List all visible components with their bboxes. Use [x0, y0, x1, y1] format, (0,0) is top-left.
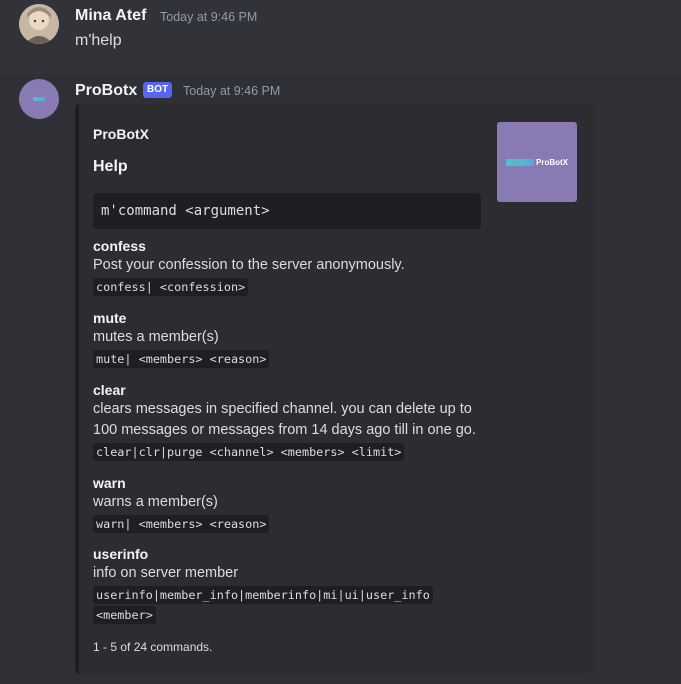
embed-footer: 1 - 5 of 24 commands.	[93, 640, 213, 654]
usage-code-block: m'command <argument>	[93, 193, 481, 229]
field-value: Post your confession to the server anony…	[93, 257, 405, 273]
logo-mark	[506, 158, 534, 166]
field-code: userinfo|member_info|memberinfo|mi|ui|us…	[93, 586, 433, 604]
help-embed: ProBotX Help ProBotX m'command <argument…	[75, 104, 593, 674]
field-value: warns a member(s)	[93, 494, 218, 510]
field-name: warn	[93, 475, 126, 491]
bot-username[interactable]: ProBotx	[75, 82, 137, 100]
logo-mark	[33, 97, 45, 101]
field-value: info on server member	[93, 565, 239, 581]
message-bot: ProBotx BOT Today at 9:46 PM ProBotX Hel…	[0, 74, 681, 684]
field-userinfo: userinfo info on server member userinfo|…	[93, 545, 493, 624]
field-code: confess| <confession>	[93, 278, 249, 296]
embed-author: ProBotX	[93, 126, 149, 142]
field-name: mute	[93, 310, 127, 326]
embed-thumbnail[interactable]: ProBotX	[497, 122, 577, 202]
message-user: Mina Atef Today at 9:46 PM m'help	[0, 0, 681, 70]
thumbnail-logo-text: ProBotX	[536, 157, 568, 167]
field-code: clear|clr|purge <channel> <members> <lim…	[93, 443, 405, 461]
username[interactable]: Mina Atef	[75, 7, 146, 25]
user-avatar-image	[19, 4, 59, 44]
field-clear: clear clears messages in specified chann…	[93, 381, 493, 461]
embed-title: Help	[93, 158, 128, 175]
bot-avatar[interactable]	[19, 79, 59, 119]
field-warn: warn warns a member(s) warn| <members> <…	[93, 474, 493, 533]
field-value: mutes a member(s)	[93, 329, 219, 345]
field-mute: mute mutes a member(s) mute| <members> <…	[93, 309, 493, 368]
bot-badge: BOT	[143, 82, 173, 98]
field-name: userinfo	[93, 546, 149, 562]
field-value: clears messages in specified channel. yo…	[93, 401, 476, 438]
field-code: warn| <members> <reason>	[93, 515, 270, 533]
field-name: confess	[93, 238, 146, 254]
user-avatar[interactable]	[19, 4, 59, 44]
timestamp: Today at 9:46 PM	[160, 10, 258, 24]
field-code: mute| <members> <reason>	[93, 350, 270, 368]
timestamp: Today at 9:46 PM	[183, 84, 281, 98]
field-code-continued: <member>	[93, 606, 156, 624]
field-confess: confess Post your confession to the serv…	[93, 237, 493, 296]
message-content: m'help	[75, 32, 122, 49]
field-name: clear	[93, 382, 126, 398]
bot-logo-icon	[33, 97, 45, 101]
